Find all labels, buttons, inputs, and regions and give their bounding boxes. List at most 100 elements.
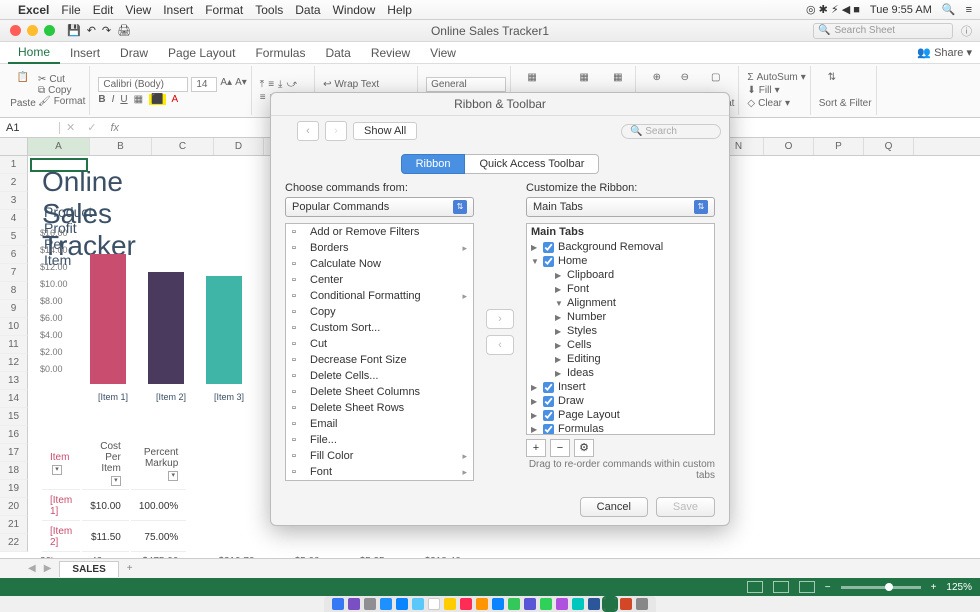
row-header[interactable]: 12 (0, 354, 28, 372)
command-item[interactable]: ▫Delete Cells... (286, 368, 473, 384)
command-item[interactable]: ▫Delete Sheet Rows (286, 400, 473, 416)
italic-button[interactable]: I (112, 94, 115, 105)
align-top-icon[interactable]: ⤒ (260, 79, 264, 90)
row-header[interactable]: 16 (0, 426, 28, 444)
list-icon[interactable]: ≡ (966, 4, 972, 16)
spotlight-icon[interactable]: 🔍 (942, 3, 956, 16)
col-item[interactable]: Item▾ (42, 438, 80, 490)
close-window-button[interactable] (10, 25, 21, 36)
decrease-font-icon[interactable]: A▾ (235, 77, 247, 92)
dock-music-icon[interactable] (460, 598, 472, 610)
command-item[interactable]: ▫Copy (286, 304, 473, 320)
tree-child[interactable]: ▶Number (527, 310, 714, 324)
table-row[interactable]: [Item 1]$10.00100.00% (42, 492, 186, 521)
row-header[interactable]: 7 (0, 264, 28, 282)
row-header[interactable]: 17 (0, 444, 28, 462)
dock-finder-icon[interactable] (332, 598, 344, 610)
font-name-select[interactable]: Calibri (Body) (98, 77, 188, 92)
dock-messages-icon[interactable] (540, 598, 552, 610)
tree-item[interactable]: ▶Background Removal (527, 240, 714, 254)
row-header[interactable]: 2 (0, 174, 28, 192)
col-header-C[interactable]: C (152, 138, 214, 155)
dock-podcast-icon[interactable] (556, 598, 568, 610)
command-item[interactable]: ▫Add or Remove Filters (286, 224, 473, 240)
qat-save-icon[interactable]: 💾 (67, 24, 81, 37)
number-format-select[interactable]: General (426, 77, 506, 92)
tab-formulas[interactable]: Formulas (245, 43, 315, 63)
qat-undo-icon[interactable]: ↶ (87, 24, 96, 37)
dock-prefs-icon[interactable] (364, 598, 376, 610)
view-normal-icon[interactable] (747, 581, 763, 593)
tab-page-layout[interactable]: Page Layout (158, 43, 245, 63)
bold-button[interactable]: B (98, 94, 105, 105)
col-cost[interactable]: Cost Per Item▾ (82, 438, 129, 490)
cancel-button[interactable]: Cancel (580, 497, 648, 517)
show-all-button[interactable]: Show All (353, 122, 417, 140)
name-box[interactable]: A1 (0, 122, 60, 134)
command-item[interactable]: ▫Font▸ (286, 464, 473, 480)
row-header[interactable]: 22 (0, 534, 28, 552)
tree-item[interactable]: ▶Draw (527, 394, 714, 408)
minimize-window-button[interactable] (27, 25, 38, 36)
dock-siri-icon[interactable] (348, 598, 360, 610)
cut-button[interactable]: ✂Cut (38, 74, 85, 85)
font-size-select[interactable]: 14 (191, 77, 217, 92)
dock-mail-icon[interactable] (396, 598, 408, 610)
fill-button[interactable]: ⬇ Fill ▾ (747, 85, 805, 96)
tree-child[interactable]: ▶Ideas (527, 366, 714, 380)
command-item[interactable]: ▫File... (286, 432, 473, 448)
col-header-A[interactable]: A (28, 138, 90, 155)
zoom-slider[interactable] (841, 586, 921, 589)
row-header[interactable]: 15 (0, 408, 28, 426)
sheet-tab-sales[interactable]: SALES (59, 561, 118, 577)
tree-item[interactable]: ▶Insert (527, 380, 714, 394)
command-item[interactable]: ▫Decrease Font Size (286, 352, 473, 368)
ribbon-tabs-select[interactable]: Main Tabs⇅ (526, 197, 715, 217)
share-button[interactable]: 👥 Share ▾ (917, 46, 972, 59)
format-painter-button[interactable]: 🖌Format (38, 96, 85, 107)
dock-excel-icon[interactable] (604, 598, 616, 610)
remove-command-button[interactable]: ‹ (486, 335, 514, 355)
filter-icon[interactable]: ▾ (168, 471, 178, 481)
menu-edit[interactable]: Edit (93, 3, 114, 17)
dock-safari-icon[interactable] (380, 598, 392, 610)
add-tab-button[interactable]: + (526, 439, 546, 457)
row-header[interactable]: 1 (0, 156, 28, 174)
row-header[interactable]: 6 (0, 246, 28, 264)
command-item[interactable]: ▫Fill Color▸ (286, 448, 473, 464)
col-markup[interactable]: Percent Markup▾ (131, 438, 186, 490)
cancel-formula-icon[interactable]: ✕ (60, 121, 81, 134)
command-item[interactable]: ▫Font Color▸ (286, 480, 473, 481)
row-header[interactable]: 9 (0, 300, 28, 318)
view-break-icon[interactable] (799, 581, 815, 593)
bar-chart[interactable]: $16.00$14.00$12.00$10.00$8.00$6.00$4.00$… (40, 228, 280, 408)
tree-child[interactable]: ▶Cells (527, 338, 714, 352)
col-header-O[interactable]: O (764, 138, 814, 155)
tab-checkbox[interactable] (543, 256, 554, 267)
command-item[interactable]: ▫Delete Sheet Columns (286, 384, 473, 400)
dialog-search-field[interactable]: 🔍 Search (621, 124, 721, 139)
commands-from-select[interactable]: Popular Commands⇅ (285, 197, 474, 217)
help-icon[interactable]: ⓘ (961, 23, 972, 39)
row-header[interactable]: 13 (0, 372, 28, 390)
row-header[interactable]: 11 (0, 336, 28, 354)
menu-insert[interactable]: Insert (163, 3, 193, 17)
row-header[interactable]: 19 (0, 480, 28, 498)
tab-checkbox[interactable] (543, 424, 554, 435)
tab-data[interactable]: Data (315, 43, 360, 63)
seg-ribbon[interactable]: Ribbon (401, 154, 466, 174)
dock-maps-icon[interactable] (572, 598, 584, 610)
add-command-button[interactable]: › (486, 309, 514, 329)
row-header[interactable]: 8 (0, 282, 28, 300)
row-header[interactable]: 21 (0, 516, 28, 534)
command-item[interactable]: ▫Center (286, 272, 473, 288)
command-item[interactable]: ▫Email (286, 416, 473, 432)
tab-home[interactable]: Home (8, 42, 60, 64)
fx-label[interactable]: fx (102, 122, 127, 134)
ribbon-tree[interactable]: Main Tabs▶Background Removal▼Home▶Clipbo… (526, 223, 715, 435)
tree-child[interactable]: ▶Editing (527, 352, 714, 366)
menu-file[interactable]: File (61, 3, 80, 17)
copy-button[interactable]: ⧉Copy (38, 85, 85, 96)
tab-checkbox[interactable] (543, 242, 554, 253)
tree-child[interactable]: ▶Font (527, 282, 714, 296)
